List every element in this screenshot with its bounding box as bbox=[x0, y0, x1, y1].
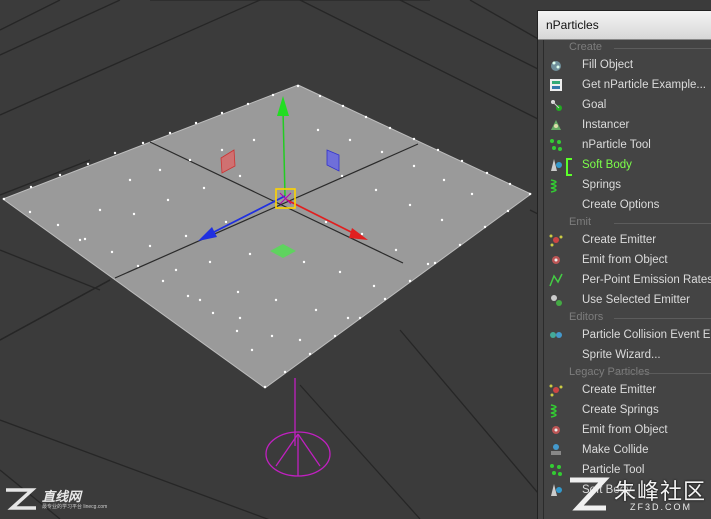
fill-object-icon bbox=[551, 61, 561, 71]
watermark-left-sub: 最专业的学习平台 linecg.com bbox=[42, 504, 108, 510]
menu-item[interactable]: Make Collide bbox=[544, 440, 711, 460]
section-divider bbox=[614, 373, 711, 374]
menu-item[interactable]: Emit from Object bbox=[544, 250, 711, 270]
menu-item-label: Per-Point Emission Rates bbox=[582, 274, 711, 286]
menu-section-header: Editors bbox=[544, 310, 711, 325]
menu-item[interactable]: Sprite Wizard... bbox=[544, 345, 711, 365]
menu-item[interactable]: nParticle Tool bbox=[544, 135, 711, 155]
menu-item-label: Create Options bbox=[582, 199, 660, 211]
menu-section-header: Legacy Particles bbox=[544, 365, 711, 380]
section-label: Legacy Particles bbox=[569, 366, 650, 378]
menu-item[interactable]: Use Selected Emitter bbox=[544, 290, 711, 310]
emit-object-icon bbox=[552, 256, 560, 264]
example-icon bbox=[550, 79, 562, 91]
menu-item-label: Fill Object bbox=[582, 59, 634, 71]
menu-item[interactable]: Goal bbox=[544, 95, 711, 115]
menu-section-header: Emit bbox=[544, 215, 711, 230]
menu-item[interactable]: Create Emitter bbox=[544, 380, 711, 400]
menu-item[interactable]: Create Emitter bbox=[544, 230, 711, 250]
linecg-watermark: 直线网 最专业的学习平台 linecg.com bbox=[2, 484, 122, 516]
menu-item-label: Springs bbox=[582, 179, 621, 191]
menu-item[interactable]: Springs bbox=[544, 175, 711, 195]
springs-icon bbox=[550, 179, 557, 193]
menu-item-label: Soft Body bbox=[582, 159, 632, 171]
selected-emitter-icon bbox=[551, 295, 562, 306]
emitter-icon bbox=[549, 384, 563, 397]
menu-list: Create Fill Object Get nParticle Example..… bbox=[543, 40, 711, 519]
section-label: Editors bbox=[569, 311, 604, 323]
menu-item-label: Particle Collision Event Ed bbox=[582, 329, 711, 341]
menu-item-label: nParticle Tool bbox=[582, 139, 651, 151]
menu-item-label: Goal bbox=[582, 99, 607, 111]
make-collide-icon bbox=[551, 444, 561, 455]
springs-icon bbox=[550, 404, 557, 418]
section-divider bbox=[614, 48, 711, 49]
section-label: Create bbox=[569, 41, 603, 53]
menu-item-label: Sprite Wizard... bbox=[582, 349, 661, 361]
menu-item-label: Emit from Object bbox=[582, 254, 668, 266]
goal-icon bbox=[551, 100, 562, 111]
menu-item[interactable]: Soft Body bbox=[544, 155, 711, 176]
menu-item[interactable]: Per-Point Emission Rates bbox=[544, 270, 711, 290]
menu-section-header: Create bbox=[544, 40, 711, 55]
menu-item-label: Create Emitter bbox=[582, 384, 657, 396]
menu-item-label: Get nParticle Example... bbox=[582, 79, 706, 91]
menu-item-label: Use Selected Emitter bbox=[582, 294, 691, 306]
section-divider bbox=[614, 223, 711, 224]
menu-item-label: Create Springs bbox=[582, 404, 659, 416]
emit-object-icon bbox=[552, 426, 560, 434]
menu-item[interactable]: Fill Object bbox=[544, 55, 711, 75]
nparticles-menu-panel: nParticles Create Fill Object Get nParticl… bbox=[537, 10, 711, 519]
menu-item[interactable]: Emit from Object bbox=[544, 420, 711, 440]
emission-rates-icon bbox=[549, 273, 563, 287]
menu-item-label: Instancer bbox=[582, 119, 630, 131]
particle-tool-icon bbox=[550, 139, 562, 151]
section-label: Emit bbox=[569, 216, 591, 228]
soft-body-icon bbox=[551, 159, 562, 171]
menu-item[interactable]: Instancer bbox=[544, 115, 711, 135]
emitter-icon bbox=[549, 234, 563, 247]
zf3d-watermark: 朱峰社区 ZF3D.COM bbox=[560, 474, 710, 516]
watermark-right-sub: ZF3D.COM bbox=[630, 502, 692, 512]
menu-item-label: Create Emitter bbox=[582, 234, 657, 246]
menu-item-label: Emit from Object bbox=[582, 424, 668, 436]
hover-bracket bbox=[566, 158, 572, 176]
menu-item[interactable]: Particle Collision Event Ed bbox=[544, 325, 711, 345]
collision-event-icon bbox=[550, 332, 562, 338]
menu-item[interactable]: Create Springs bbox=[544, 400, 711, 420]
instancer-icon bbox=[551, 120, 561, 130]
menu-item[interactable]: Get nParticle Example... bbox=[544, 75, 711, 95]
menu-item[interactable]: Create Options bbox=[544, 195, 711, 215]
section-divider bbox=[614, 318, 711, 319]
menu-item-label: Make Collide bbox=[582, 444, 649, 456]
menu-title[interactable]: nParticles bbox=[538, 11, 711, 40]
